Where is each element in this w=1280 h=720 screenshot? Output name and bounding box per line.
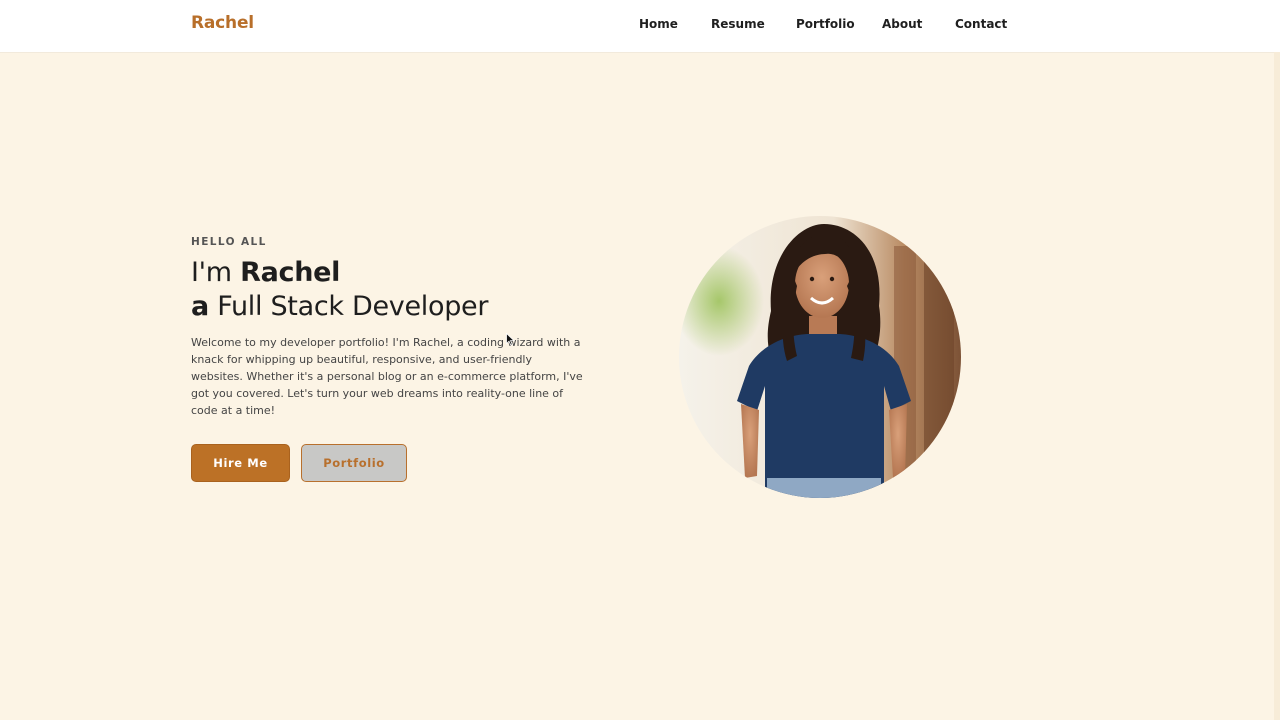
nav-link-portfolio[interactable]: Portfolio [796,17,855,31]
headline-article: a [191,291,209,322]
headline-prefix: I'm [191,257,241,288]
profile-photo-illustration [679,216,961,498]
headline-role: Full Stack Developer [208,291,489,322]
nav-link-about[interactable]: About [882,17,922,31]
profile-photo [679,216,961,498]
hero-eyebrow: HELLO ALL [191,236,267,248]
navbar: Rachel Home Resume Portfolio About Conta… [0,0,1280,52]
scrollbar-track[interactable] [1274,52,1280,720]
hero-intro: Welcome to my developer portfolio! I'm R… [191,336,583,417]
nav-link-resume[interactable]: Resume [711,17,765,31]
headline-name: Rachel [240,257,341,288]
hero-text: HELLO ALL I'm Rachel a Full Stack Develo… [191,236,591,419]
hire-me-button[interactable]: Hire Me [191,444,290,482]
hero-headline: I'm Rachel a Full Stack Developer [191,256,591,324]
nav-link-contact[interactable]: Contact [955,17,1007,31]
portfolio-button[interactable]: Portfolio [301,444,407,482]
arrow-cursor-icon [506,333,515,346]
nav-links: Home Resume Portfolio About Contact [0,17,1280,37]
nav-link-home[interactable]: Home [639,17,678,31]
